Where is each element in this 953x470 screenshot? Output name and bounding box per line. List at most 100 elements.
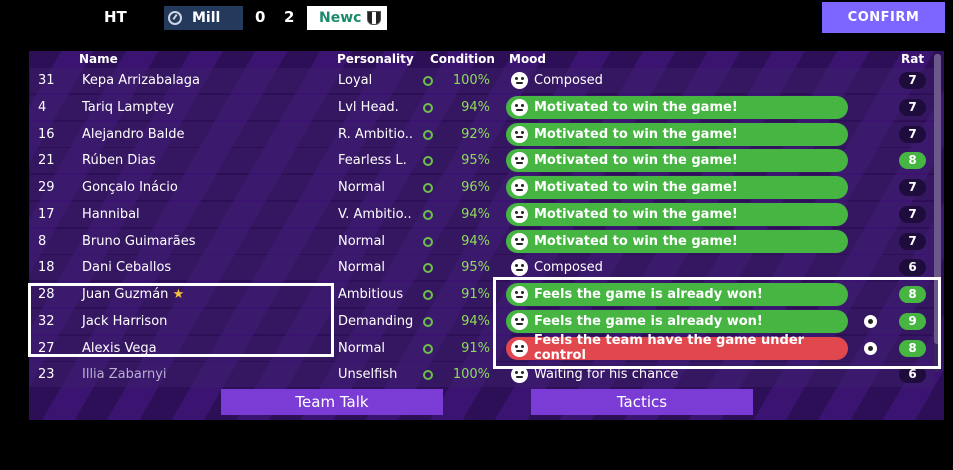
player-personality: V. Ambitio..	[338, 206, 412, 222]
player-personality: Fearless L.	[338, 153, 407, 169]
player-condition: 92%	[461, 126, 490, 142]
squad-number: 4	[38, 99, 47, 115]
player-name[interactable]: Hannibal	[82, 202, 140, 227]
mood-text: Motivated to win the game!	[534, 126, 738, 142]
column-header-personality[interactable]: Personality	[337, 52, 414, 66]
player-mood: Composed	[506, 256, 603, 279]
highlight-box-players	[28, 283, 334, 357]
mood-face-icon	[511, 205, 528, 223]
player-name[interactable]: Illia Zabarnyi	[82, 362, 167, 387]
tactics-button[interactable]: Tactics	[531, 389, 753, 415]
player-row[interactable]: 8 Bruno Guimarães Normal 94% Motivated to wi…	[30, 228, 934, 254]
confirm-button[interactable]: CONFIRM	[822, 2, 945, 33]
player-name-text: Rúben Dias	[82, 153, 156, 169]
player-row[interactable]: 4 Tariq Lamptey Lvl Head. 94% Motivated to w…	[30, 94, 934, 120]
player-personality: Normal	[338, 233, 386, 249]
player-rating: 6	[899, 259, 926, 277]
match-header: HT Mill 0 2 Newc CONFIRM	[0, 0, 953, 40]
player-mood[interactable]: Motivated to win the game!	[506, 176, 848, 199]
player-name-text: Tariq Lamptey	[82, 99, 175, 115]
player-row[interactable]: 17 Hannibal V. Ambitio.. 94% Motivated to wi…	[30, 201, 934, 227]
player-personality: Ambitious	[338, 287, 404, 302]
column-header-mood[interactable]: Mood	[509, 52, 546, 66]
squad-number: 16	[38, 126, 55, 142]
away-team-name: Newc	[319, 10, 362, 26]
player-condition: 91%	[461, 287, 490, 302]
team-talk-button[interactable]: Team Talk	[221, 389, 443, 415]
player-name-text: Illia Zabarnyi	[82, 367, 167, 383]
player-rating: 7	[899, 179, 926, 196]
player-personality: R. Ambitio..	[338, 126, 413, 142]
column-header-name[interactable]: Name	[79, 52, 118, 66]
player-row[interactable]: 16 Alejandro Balde R. Ambitio.. 92% Motivate…	[30, 121, 934, 147]
player-condition: 94%	[461, 313, 490, 329]
player-personality: Unselfish	[338, 367, 398, 383]
player-name[interactable]: Gonçalo Inácio	[82, 175, 178, 200]
mood-face-icon	[511, 179, 528, 196]
match-period: HT	[104, 8, 127, 26]
player-name[interactable]: Kepa Arrizabalaga	[82, 68, 200, 93]
player-personality: Demanding	[338, 313, 414, 329]
highlight-box-moods	[493, 277, 941, 369]
home-team-badge: Mill	[164, 6, 243, 30]
mood-face-icon	[511, 232, 528, 250]
player-mood[interactable]: Motivated to win the game!	[506, 229, 848, 253]
mood-text: Motivated to win the game!	[534, 233, 738, 249]
clock-icon	[168, 11, 182, 25]
mood-text: Composed	[534, 260, 603, 276]
player-row[interactable]: 21 Rúben Dias Fearless L. 95% Motivated to w…	[30, 148, 934, 174]
player-row[interactable]: 29 Gonçalo Inácio Normal 96% Motivated to wi…	[30, 175, 934, 200]
away-score: 2	[284, 8, 295, 26]
player-mood[interactable]: Motivated to win the game!	[506, 202, 848, 226]
player-name-text: Dani Ceballos	[82, 260, 172, 276]
player-name-text: Hannibal	[82, 206, 140, 222]
mood-face-icon	[511, 259, 528, 277]
player-condition: 94%	[461, 99, 490, 115]
mood-text: Waiting for his chance	[534, 367, 679, 383]
player-condition: 95%	[461, 260, 490, 276]
squad-number: 23	[38, 367, 55, 383]
player-mood: Composed	[506, 69, 603, 92]
column-header-rating[interactable]: Rat	[901, 52, 924, 66]
player-name[interactable]: Dani Ceballos	[82, 255, 171, 280]
player-rating: 8	[899, 152, 926, 170]
player-rating: 7	[899, 125, 926, 143]
player-mood[interactable]: Motivated to win the game!	[506, 122, 848, 146]
column-header-condition[interactable]: Condition	[430, 52, 495, 66]
player-mood[interactable]: Motivated to win the game!	[506, 95, 848, 119]
player-personality: Loyal	[338, 73, 373, 88]
player-name[interactable]: Alejandro Balde	[82, 122, 184, 147]
player-rating: 7	[899, 98, 926, 116]
mood-text: Composed	[534, 73, 603, 88]
player-condition: 100%	[452, 367, 490, 383]
player-name[interactable]: Rúben Dias	[82, 148, 156, 173]
player-rating: 7	[899, 205, 926, 223]
player-name-text: Kepa Arrizabalaga	[82, 73, 200, 88]
mood-text: Motivated to win the game!	[534, 153, 738, 169]
player-rating: 7	[899, 232, 926, 250]
player-mood[interactable]: Motivated to win the game!	[506, 149, 848, 173]
squad-number: 8	[38, 233, 47, 249]
mood-face-icon	[511, 152, 528, 170]
player-rating: 7	[899, 72, 926, 89]
mood-text: Motivated to win the game!	[534, 180, 738, 195]
mood-text: Motivated to win the game!	[534, 206, 738, 222]
home-team-name: Mill	[192, 10, 221, 26]
mood-face-icon	[511, 98, 528, 116]
player-condition: 91%	[461, 340, 490, 356]
player-personality: Lvl Head.	[338, 99, 399, 115]
squad-number: 17	[38, 206, 55, 222]
home-score: 0	[255, 8, 266, 26]
squad-number: 31	[38, 73, 55, 88]
player-name[interactable]: Tariq Lamptey	[82, 95, 174, 120]
player-name-text: Gonçalo Inácio	[82, 180, 178, 195]
player-personality: Normal	[338, 340, 386, 356]
player-row[interactable]: 31 Kepa Arrizabalaga Loyal 100% Composed 7	[30, 68, 934, 93]
player-name-text: Bruno Guimarães	[82, 233, 196, 249]
player-personality: Normal	[338, 180, 386, 195]
player-condition: 94%	[461, 233, 490, 249]
player-personality: Normal	[338, 260, 386, 276]
player-name[interactable]: Bruno Guimarães	[82, 229, 195, 254]
mood-face-icon	[511, 72, 528, 89]
mood-text: Motivated to win the game!	[534, 99, 738, 115]
